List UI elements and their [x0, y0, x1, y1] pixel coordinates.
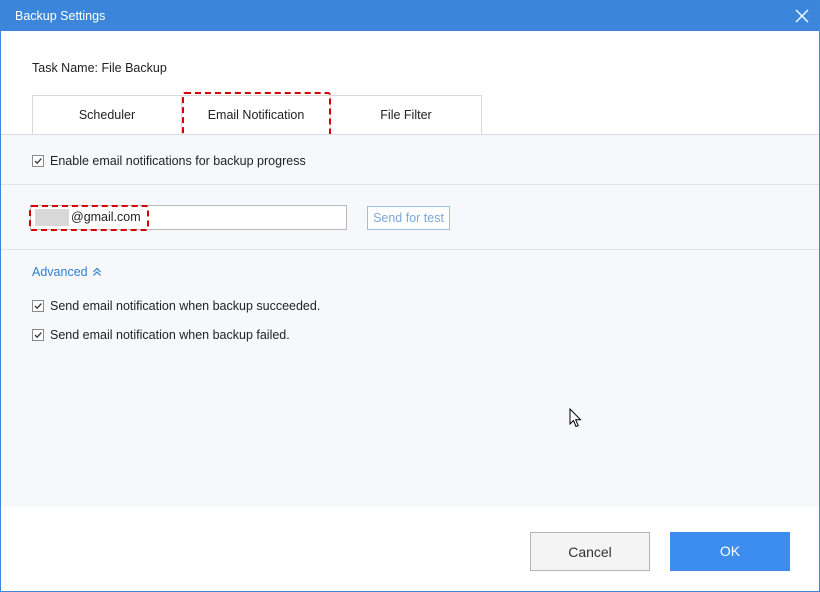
send-for-test-button[interactable]: Send for test — [367, 206, 450, 230]
email-address-field[interactable]: @gmail.com — [30, 205, 347, 230]
tab-file-filter[interactable]: File Filter — [330, 95, 482, 134]
redacted-email-username — [35, 209, 69, 226]
email-notification-panel: Enable email notifications for backup pr… — [1, 134, 819, 507]
cancel-button[interactable]: Cancel — [530, 532, 650, 571]
notify-on-success-label: Send email notification when backup succ… — [50, 299, 321, 313]
ok-button[interactable]: OK — [670, 532, 790, 571]
divider — [1, 184, 819, 185]
notify-on-failure-label: Send email notification when backup fail… — [50, 328, 290, 342]
advanced-toggle[interactable]: Advanced — [32, 265, 102, 279]
checkbox-checked-icon — [32, 329, 44, 341]
window-title: Backup Settings — [15, 9, 106, 23]
task-name-value: File Backup — [101, 61, 167, 75]
checkbox-checked-icon — [32, 155, 44, 167]
close-icon[interactable] — [793, 7, 811, 25]
task-name-label: Task Name: — [32, 61, 98, 75]
enable-email-notifications-checkbox[interactable]: Enable email notifications for backup pr… — [32, 154, 306, 168]
title-bar: Backup Settings — [1, 1, 819, 31]
divider — [1, 249, 819, 250]
notify-on-success-checkbox[interactable]: Send email notification when backup succ… — [32, 299, 320, 313]
checkbox-checked-icon — [32, 300, 44, 312]
mouse-cursor-icon — [569, 407, 583, 431]
backup-settings-dialog: Backup Settings Task Name: File Backup S… — [0, 0, 820, 592]
tab-scheduler[interactable]: Scheduler — [32, 95, 182, 134]
double-chevron-up-icon — [92, 267, 101, 276]
enable-email-notifications-label: Enable email notifications for backup pr… — [50, 154, 306, 168]
advanced-label: Advanced — [32, 265, 88, 279]
notify-on-failure-checkbox[interactable]: Send email notification when backup fail… — [32, 328, 290, 342]
email-address-value: @gmail.com — [71, 210, 141, 224]
task-name: Task Name: File Backup — [32, 61, 167, 75]
tab-email-notification[interactable]: Email Notification — [181, 95, 331, 134]
